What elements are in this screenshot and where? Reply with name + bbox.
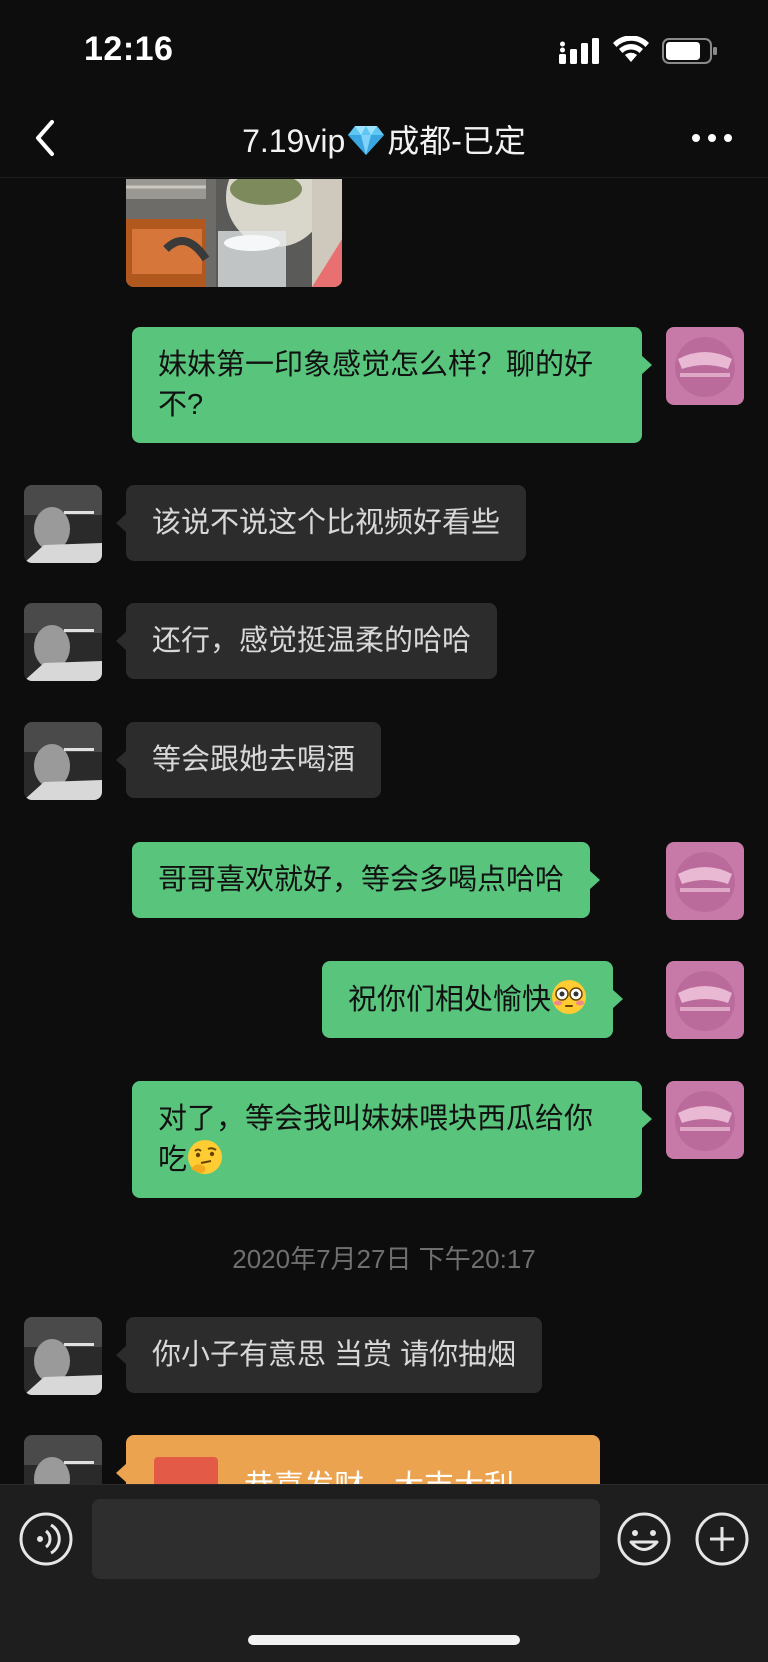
more-options-icon[interactable]: [690, 128, 734, 148]
self-avatar-image: [666, 961, 744, 1039]
message-input-bar: [0, 1484, 768, 1662]
message-text-input[interactable]: [92, 1499, 600, 1579]
message-bubble-self[interactable]: 哥哥喜欢就好，等会多喝点哈哈: [132, 842, 601, 918]
message-bubble-other[interactable]: 还行，感觉挺温柔的哈哈: [115, 603, 498, 679]
message-bubble-self[interactable]: 妹妹第一印象感觉怎么样？聊的好不?: [132, 327, 652, 443]
back-arrow-icon[interactable]: [26, 114, 66, 162]
red-packet-text: 恭喜发财，大吉大利: [244, 1467, 514, 1484]
contact-avatar[interactable]: [24, 1317, 102, 1395]
message-text: 对了，等会我叫妹妹喂块西瓜给你吃: [158, 1103, 594, 1176]
chat-message-list[interactable]: 妹妹第一印象感觉怎么样？聊的好不? 该说不说这个比视频好看些 还行，感觉挺温柔的…: [0, 179, 768, 1484]
self-avatar-image: [666, 327, 744, 405]
self-avatar[interactable]: [666, 842, 744, 920]
chat-title: 7.19vip 成都-已定: [100, 116, 668, 162]
message-bubble-other[interactable]: 你小子有意思 当赏 请你抽烟: [115, 1317, 543, 1393]
chat-title-prefix: 7.19vip: [242, 123, 346, 159]
message-bubble-other[interactable]: 该说不说这个比视频好看些: [115, 485, 527, 561]
status-bar: 12:16: [0, 0, 768, 100]
contact-avatar[interactable]: [24, 1435, 102, 1484]
contact-avatar-image: [24, 1317, 102, 1395]
status-time: 12:16: [84, 30, 174, 68]
battery-icon: [662, 38, 717, 64]
self-avatar[interactable]: [666, 961, 744, 1039]
timestamp-divider: 2020年7月27日 下午20:17: [232, 1244, 536, 1274]
contact-avatar-image: [24, 485, 102, 563]
self-avatar[interactable]: [666, 327, 744, 405]
flushed-face-emoji-icon: [552, 980, 587, 1014]
photo-message[interactable]: [126, 179, 342, 287]
contact-avatar[interactable]: [24, 722, 102, 800]
message-bubble-self[interactable]: 对了，等会我叫妹妹喂块西瓜给你吃: [132, 1081, 652, 1198]
red-packet-message[interactable]: 恭喜发财，大吉大利: [116, 1435, 600, 1484]
self-avatar[interactable]: [666, 1081, 744, 1159]
more-actions-plus-icon[interactable]: [694, 1511, 750, 1567]
message-bubble-self[interactable]: 祝你们相处愉快: [322, 961, 624, 1038]
wifi-icon: [613, 36, 649, 62]
chat-title-suffix: 成都-已定: [387, 123, 526, 159]
voice-input-icon[interactable]: [18, 1511, 74, 1567]
contact-avatar[interactable]: [24, 603, 102, 681]
chat-header: 7.19vip 成都-已定: [0, 100, 768, 178]
cellular-signal-icon: [559, 38, 599, 64]
thinking-face-emoji-icon: [188, 1140, 223, 1174]
contact-avatar[interactable]: [24, 485, 102, 563]
contact-avatar-image: [24, 1435, 102, 1484]
contact-avatar-image: [24, 722, 102, 800]
red-packet-icon: [154, 1457, 218, 1484]
self-avatar-image: [666, 1081, 744, 1159]
message-text: 祝你们相处愉快: [348, 984, 552, 1016]
gem-emoji-icon: [348, 126, 385, 155]
message-bubble-other[interactable]: 等会跟她去喝酒: [115, 722, 382, 798]
emoji-picker-icon[interactable]: [616, 1511, 672, 1567]
contact-avatar-image: [24, 603, 102, 681]
home-indicator[interactable]: [248, 1635, 520, 1645]
self-avatar-image: [666, 842, 744, 920]
